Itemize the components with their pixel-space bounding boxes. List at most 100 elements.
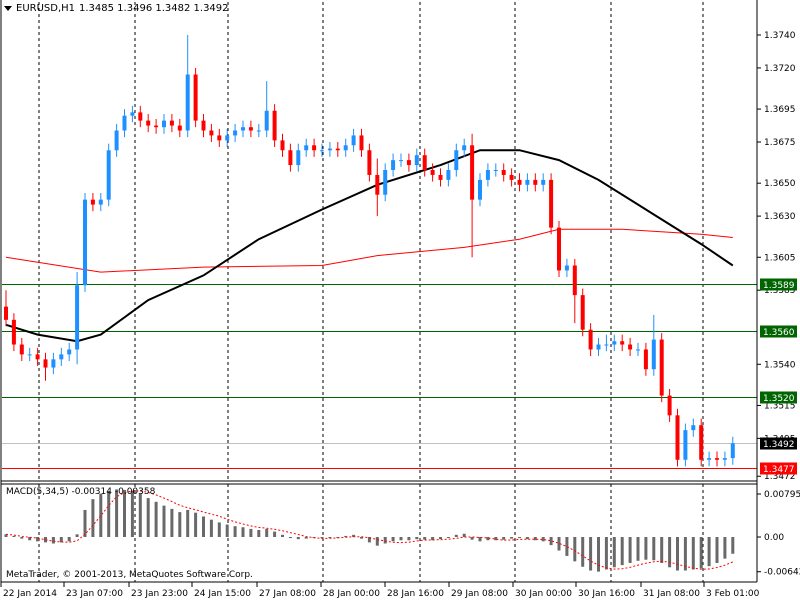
- macd-bar: [296, 537, 300, 540]
- macd-bar: [644, 537, 648, 560]
- candle-body: [280, 140, 285, 151]
- candle-body: [533, 179, 538, 185]
- ask-price-tag-label: 1.3477: [763, 465, 795, 475]
- macd-name: MACD(5,34,5): [6, 487, 69, 497]
- candle-body: [675, 415, 680, 460]
- candle-body: [564, 265, 569, 271]
- candle-body: [659, 339, 664, 396]
- macd-bar: [36, 537, 40, 542]
- candle-body: [359, 135, 364, 151]
- candle-body: [177, 125, 182, 131]
- macd-bar: [502, 537, 506, 540]
- price-tick-label: 1.3650: [764, 179, 796, 189]
- macd-bar: [446, 537, 450, 538]
- macd-bar: [138, 493, 142, 537]
- candle-body: [596, 344, 601, 350]
- time-label: 30 Jan 00:00: [515, 589, 572, 599]
- macd-bar: [533, 537, 537, 541]
- macd-tick-label: -0.00642: [764, 568, 800, 578]
- candle-body: [549, 179, 554, 228]
- candle-body: [185, 74, 190, 131]
- candle-body: [320, 150, 324, 152]
- macd-bar: [225, 524, 229, 537]
- macd-bar: [597, 537, 600, 572]
- macd-bar: [281, 534, 284, 537]
- candle-body: [241, 127, 245, 131]
- candle-body: [19, 344, 24, 355]
- candle-body: [438, 174, 443, 180]
- candle-body: [233, 130, 238, 136]
- candle: [549, 173, 554, 235]
- candle: [699, 418, 704, 467]
- candle-body: [612, 341, 617, 345]
- macd-bar: [565, 537, 569, 556]
- candle-body: [557, 227, 561, 271]
- macd-bar: [620, 537, 624, 566]
- candle-body: [114, 130, 119, 151]
- candle-body: [193, 74, 198, 121]
- candle-body: [399, 160, 403, 162]
- candle-body: [162, 120, 166, 128]
- macd-bar: [241, 527, 245, 537]
- candle: [83, 193, 87, 292]
- candle-body: [391, 160, 396, 171]
- candle-body: [343, 145, 348, 151]
- candle-body: [11, 319, 16, 345]
- candle-body: [517, 179, 522, 185]
- macd-bar: [715, 537, 719, 563]
- macd-bar: [628, 537, 632, 563]
- candle-body: [43, 359, 48, 368]
- macd-bar: [146, 498, 150, 537]
- candle-body: [501, 170, 506, 175]
- candle-body: [604, 344, 609, 346]
- macd-bar: [589, 537, 593, 571]
- candle-body: [335, 148, 340, 151]
- candle-body: [470, 145, 475, 200]
- candle-body: [256, 130, 261, 132]
- candle-body: [683, 430, 688, 460]
- level-price-tag-label: 1.3520: [763, 394, 795, 404]
- candle-body: [272, 110, 277, 141]
- candle-body: [75, 285, 80, 350]
- time-label: 22 Jan 2014: [3, 589, 57, 599]
- candle-body: [90, 199, 95, 205]
- candle-body: [351, 135, 356, 146]
- macd-bar: [407, 537, 411, 541]
- candle-body: [667, 395, 672, 416]
- candle-body: [209, 130, 214, 136]
- candle-body: [699, 425, 704, 460]
- price-tick-label: 1.3720: [764, 64, 796, 74]
- candle-body: [106, 150, 111, 200]
- macd-bar: [510, 537, 514, 539]
- candle-body: [462, 145, 467, 151]
- macd-bar: [209, 519, 213, 537]
- macd-bar: [75, 534, 79, 537]
- macd-bar: [12, 535, 16, 537]
- candle-body: [367, 150, 372, 175]
- candle-body: [138, 112, 143, 121]
- candle-body: [620, 341, 625, 345]
- candle: [557, 221, 561, 278]
- macd-bar: [636, 537, 640, 561]
- macd-bar: [186, 509, 190, 537]
- candle-body: [509, 174, 514, 180]
- candle-body: [478, 179, 482, 200]
- macd-bar: [660, 537, 664, 563]
- macd-bar: [91, 499, 95, 537]
- candle-body: [83, 199, 87, 286]
- candle-body: [51, 359, 56, 368]
- macd-bar: [691, 537, 695, 570]
- macd-bar: [375, 537, 379, 546]
- candle-body: [217, 135, 222, 141]
- macd-bar: [423, 537, 427, 540]
- price-chart[interactable]: 1.3740 1.3720 1.3695 1.3675 1.3650 1.3630 1.36…: [0, 0, 800, 600]
- candle-body: [651, 339, 656, 370]
- macd-bar: [83, 509, 87, 537]
- candle: [193, 67, 198, 128]
- macd-bar: [304, 537, 308, 539]
- candle-body: [130, 112, 135, 116]
- candle-body: [715, 458, 719, 460]
- candle-body: [154, 125, 159, 128]
- chart-menu-triangle-icon[interactable]: [4, 5, 12, 11]
- candle-body: [580, 295, 585, 330]
